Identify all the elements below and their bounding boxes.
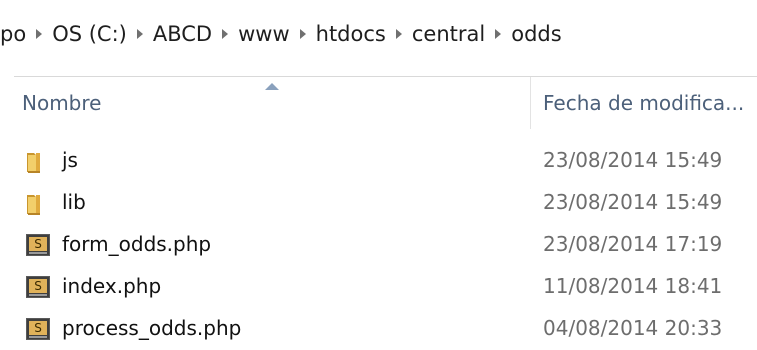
sort-ascending-icon (265, 83, 279, 90)
php-file-icon: S (26, 276, 50, 298)
breadcrumb-item-www[interactable]: www (234, 22, 294, 46)
breadcrumb-item-abcd[interactable]: ABCD (149, 22, 216, 46)
column-header-name[interactable]: Nombre (22, 91, 101, 115)
file-date: 11/08/2014 18:41 (543, 274, 723, 298)
file-name: index.php (62, 274, 162, 298)
breadcrumb-item-htdocs[interactable]: htdocs (312, 22, 390, 46)
file-date: 23/08/2014 17:19 (543, 232, 723, 256)
chevron-right-icon[interactable] (390, 14, 408, 54)
breadcrumb-item-central[interactable]: central (408, 22, 489, 46)
file-name: js (62, 148, 78, 172)
file-date: 23/08/2014 15:49 (543, 190, 723, 214)
chevron-right-icon[interactable] (131, 14, 149, 54)
file-date: 23/08/2014 15:49 (543, 148, 723, 172)
column-resize-handle[interactable] (530, 77, 531, 129)
column-header-row: Nombre Fecha de modifica... (0, 77, 757, 129)
file-list: js 23/08/2014 15:49 lib 23/08/2014 15:49… (0, 140, 757, 350)
chevron-right-icon[interactable] (489, 14, 507, 54)
file-row[interactable]: lib 23/08/2014 15:49 (0, 182, 757, 224)
file-row[interactable]: S index.php 11/08/2014 18:41 (0, 266, 757, 308)
file-row[interactable]: js 23/08/2014 15:49 (0, 140, 757, 182)
chevron-right-icon[interactable] (216, 14, 234, 54)
column-header-date-modified[interactable]: Fecha de modifica... (543, 91, 744, 115)
breadcrumb-item-os-c[interactable]: OS (C:) (48, 22, 131, 46)
chevron-right-icon[interactable] (30, 14, 48, 54)
php-file-icon: S (26, 234, 50, 256)
file-name: lib (62, 190, 86, 214)
svg-text:S: S (34, 237, 42, 251)
file-row[interactable]: S form_odds.php 23/08/2014 17:19 (0, 224, 757, 266)
file-date: 04/08/2014 20:33 (543, 316, 723, 340)
breadcrumb: po OS (C:) ABCD www htdocs central odds (0, 0, 757, 68)
folder-icon (27, 195, 40, 215)
breadcrumb-item-po[interactable]: po (0, 22, 30, 46)
svg-text:S: S (34, 321, 42, 335)
folder-icon (27, 153, 40, 173)
chevron-right-icon[interactable] (294, 14, 312, 54)
file-name: form_odds.php (62, 232, 212, 256)
breadcrumb-row: po OS (C:) ABCD www htdocs central odds (0, 14, 566, 54)
file-name: process_odds.php (62, 316, 242, 340)
breadcrumb-item-odds[interactable]: odds (507, 22, 565, 46)
svg-text:S: S (34, 279, 42, 293)
file-row[interactable]: S process_odds.php 04/08/2014 20:33 (0, 308, 757, 350)
php-file-icon: S (26, 318, 50, 340)
